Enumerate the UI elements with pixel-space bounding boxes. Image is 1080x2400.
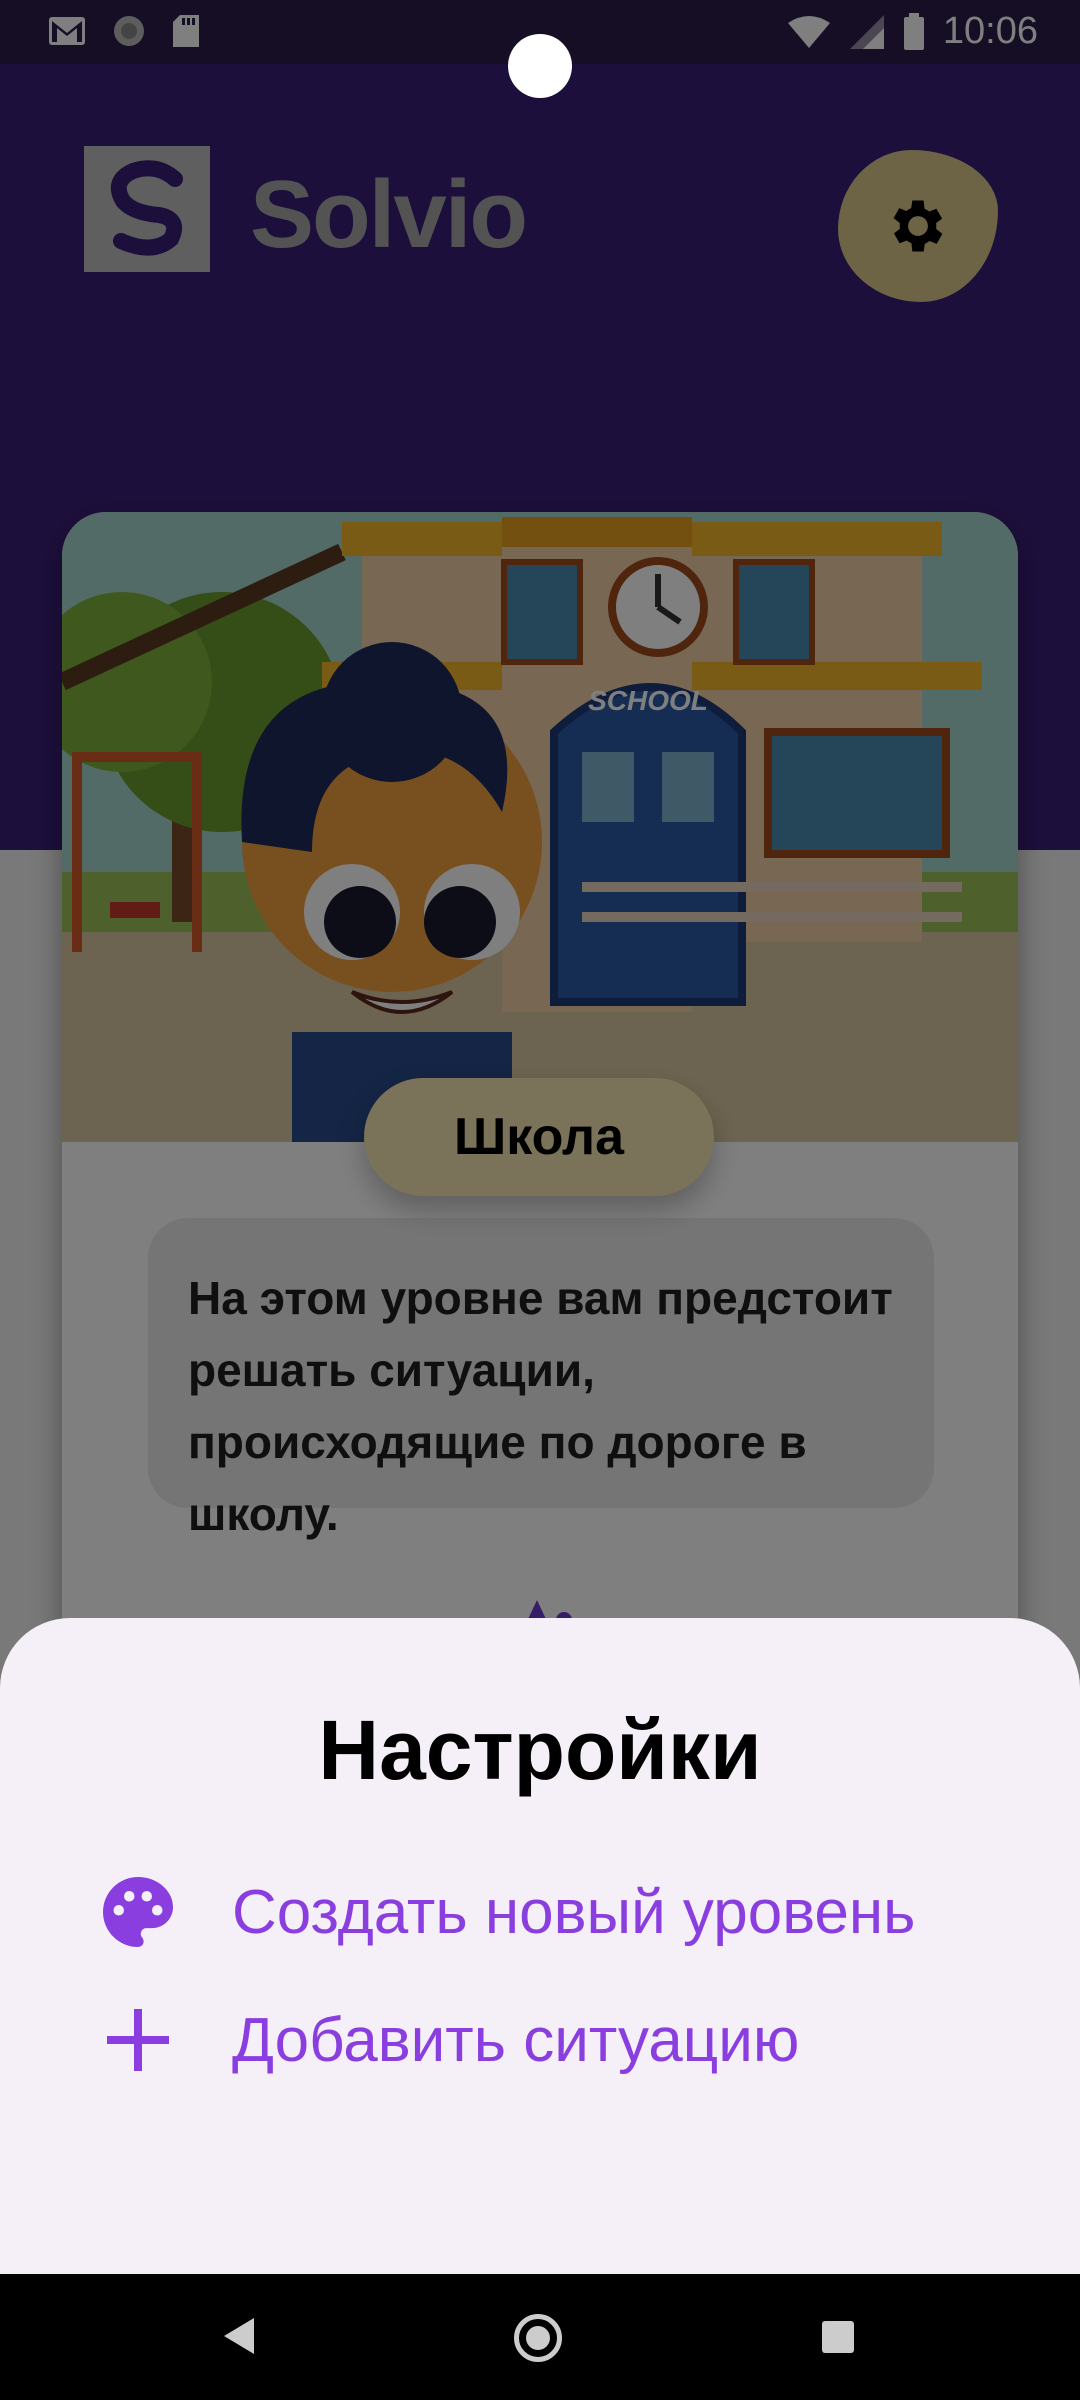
loading-icon [114, 16, 144, 46]
status-time: 10:06 [942, 10, 1038, 52]
battery-icon [903, 12, 924, 50]
palette-icon [94, 1868, 182, 1956]
level-name-pill: Школа [364, 1078, 714, 1196]
add-situation-label: Добавить ситуацию [232, 2005, 800, 2075]
settings-bottom-sheet: Настройки Создать новый уровень Добавить… [0, 1618, 1080, 2274]
add-situation-item[interactable]: Добавить ситуацию [94, 1996, 799, 2084]
wifi-icon [787, 15, 830, 48]
school-illustration: SCHOOL [62, 512, 1018, 1142]
gmail-icon [49, 17, 85, 45]
recent-apps-button[interactable] [822, 2321, 854, 2353]
signal-icon [849, 14, 884, 49]
system-nav-bar [0, 2274, 1080, 2400]
level-description: На этом уровне вам предстоит решать ситу… [148, 1218, 934, 1540]
camera-cutout [508, 34, 572, 98]
sheet-title: Настройки [318, 1703, 762, 1797]
solvio-logo-icon [110, 160, 183, 256]
level-card[interactable]: SCHOOL Школа На этом уровне вам предстои… [62, 512, 1018, 1712]
sd-card-icon [173, 15, 199, 47]
create-level-label: Создать новый уровень [232, 1877, 916, 1947]
home-button[interactable] [514, 2314, 562, 2362]
app-logo [84, 146, 210, 272]
back-icon[interactable] [222, 2316, 256, 2356]
create-level-item[interactable]: Создать новый уровень [94, 1868, 915, 1956]
status-notification-icons [48, 14, 200, 48]
gear-icon [893, 200, 943, 252]
app-name: Solvio [250, 161, 528, 268]
plus-icon [94, 1996, 182, 2084]
school-sign-text: SCHOOL [588, 685, 708, 716]
